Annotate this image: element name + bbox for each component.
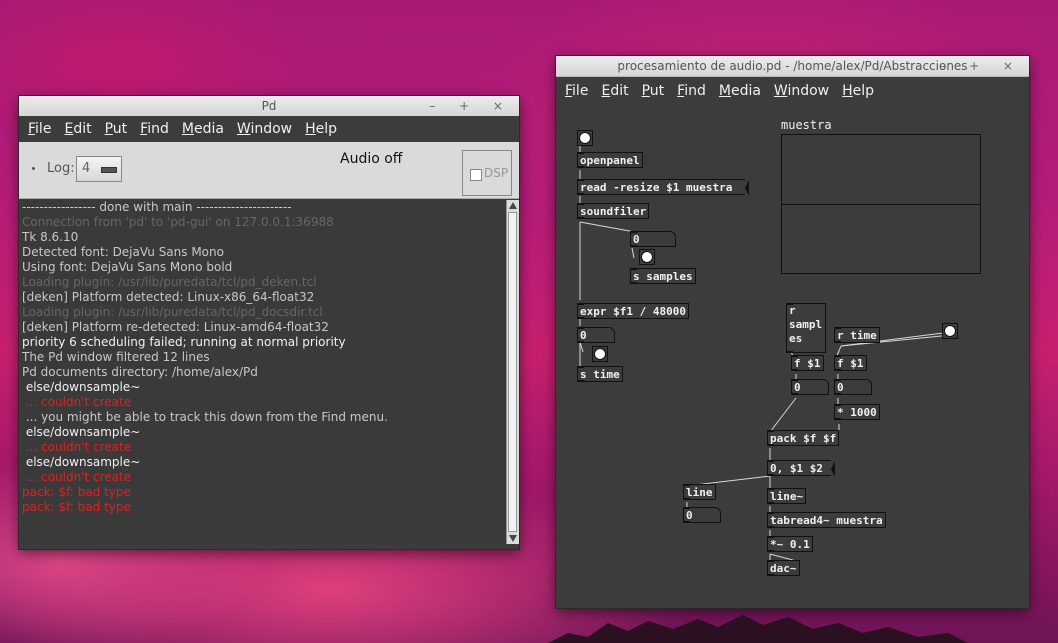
console-scrollbar[interactable] <box>506 200 519 544</box>
menu-window[interactable]: Window <box>774 78 829 104</box>
scroll-down-icon[interactable] <box>509 535 517 542</box>
console-line: ... couldn't create <box>22 470 132 484</box>
message-read-text: read -resize $1 muestra <box>580 181 733 194</box>
scroll-thumb[interactable] <box>508 212 517 532</box>
log-label: Log: <box>47 161 75 176</box>
object-s-time[interactable]: s time <box>577 366 623 382</box>
number-time[interactable]: 0 <box>577 327 615 343</box>
console-line: priority 6 scheduling failed; running at… <box>22 335 346 349</box>
menu-file[interactable]: File <box>565 78 588 104</box>
dsp-checkbox[interactable] <box>470 169 482 181</box>
console-line: Loading plugin: /usr/lib/puredata/tcl/pd… <box>22 305 323 319</box>
message-read[interactable]: read -resize $1 muestra <box>577 179 749 196</box>
console-line: Using font: DejaVu Sans Mono bold <box>22 260 233 274</box>
object-pack[interactable]: pack $f $f <box>767 430 840 446</box>
console-line: ----------------- done with main -------… <box>22 200 292 214</box>
message-line-text: 0, $1 $2 <box>770 462 823 475</box>
object-expr[interactable]: expr $f1 / 48000 <box>577 303 689 319</box>
menu-media[interactable]: Media <box>719 78 761 104</box>
tree-silhouette <box>548 615 968 643</box>
object-line[interactable]: line <box>683 484 716 500</box>
console-line: [deken] Platform re-detected: Linux-amd6… <box>22 320 329 334</box>
object-tabread4[interactable]: tabread4~ muestra <box>767 512 886 528</box>
dsp-toggle-frame: DSP <box>462 150 512 196</box>
console-line: pack: $f: bad type <box>22 485 131 499</box>
number-f-samples[interactable]: 0 <box>791 379 829 395</box>
object-f-samples[interactable]: f $1 <box>791 355 824 371</box>
menu-help[interactable]: Help <box>842 78 874 104</box>
patch-canvas[interactable]: muestra openpanel read -resize $1 muestr… <box>556 102 1029 608</box>
console-line: else/downsample~ <box>22 455 141 469</box>
object-s-samples[interactable]: s samples <box>630 268 696 284</box>
console-line: Connection from 'pd' to 'pd-gui' on 127.… <box>22 215 334 229</box>
object-soundfiler[interactable]: soundfiler <box>577 203 650 219</box>
message-flag <box>745 180 749 196</box>
console-line: ... couldn't create <box>22 440 132 454</box>
menu-find[interactable]: Find <box>140 116 169 142</box>
array-zero-line <box>782 204 980 205</box>
menu-put[interactable]: Put <box>642 78 665 104</box>
console-line: else/downsample~ <box>22 425 141 439</box>
object-openpanel[interactable]: openpanel <box>577 152 643 168</box>
object-r-samples[interactable]: r sampl es <box>786 303 826 353</box>
console-line: Detected font: DejaVu Sans Mono <box>22 245 224 259</box>
pd-window-title: Pd <box>261 99 277 113</box>
window-controls[interactable]: – + × <box>429 96 513 116</box>
menu-window[interactable]: Window <box>237 116 292 142</box>
console-line: ... you might be able to track this down… <box>22 410 388 424</box>
bang-time[interactable] <box>592 346 608 362</box>
console-line: Pd documents directory: /home/alex/Pd <box>22 365 258 379</box>
message-flag <box>831 461 835 477</box>
menu-help[interactable]: Help <box>305 116 337 142</box>
bang-trigger[interactable] <box>942 323 958 339</box>
number-f-time[interactable]: 0 <box>834 379 872 395</box>
array-label: muestra <box>781 118 832 132</box>
pd-toolbar: Log: 4 Audio off DSP <box>19 142 519 199</box>
console-line: else/downsample~ <box>22 380 141 394</box>
patch-titlebar: procesamiento de audio.pd - /home/alex/P… <box>556 56 1029 77</box>
dsp-label: DSP <box>484 166 509 180</box>
menu-media[interactable]: Media <box>182 116 224 142</box>
menu-edit[interactable]: Edit <box>601 78 628 104</box>
console-line: Loading plugin: /usr/lib/puredata/tcl/pd… <box>22 275 317 289</box>
console-line: ... couldn't create <box>22 395 132 409</box>
object-f-time[interactable]: f $1 <box>834 355 867 371</box>
menu-find[interactable]: Find <box>677 78 706 104</box>
console-line: pack: $f: bad type <box>22 500 131 514</box>
console-line: [deken] Platform detected: Linux-x86_64-… <box>22 290 315 304</box>
object-dac[interactable]: dac~ <box>767 560 800 576</box>
bang-open[interactable] <box>577 130 593 146</box>
audio-status: Audio off <box>340 151 403 167</box>
object-mul-01[interactable]: *~ 0.1 <box>767 536 813 552</box>
window-controls[interactable]: – + × <box>939 56 1023 76</box>
log-level-value: 4 <box>82 161 91 176</box>
pd-console: ----------------- done with main -------… <box>21 200 507 544</box>
pd-titlebar: Pd – + × <box>19 96 519 117</box>
console-line: Tk 8.6.10 <box>22 230 79 244</box>
log-level-select[interactable]: 4 <box>76 156 122 182</box>
dropdown-indicator-icon <box>101 167 117 173</box>
menu-put[interactable]: Put <box>105 116 128 142</box>
console-line: The Pd window filtered 12 lines <box>22 350 210 364</box>
patch-menubar: File Edit Put Find Media Window Help <box>556 78 1029 104</box>
number-samples[interactable]: 0 <box>630 231 676 247</box>
pd-main-window: Pd – + × File Edit Put Find Media Window Help … <box>19 96 519 549</box>
menu-edit[interactable]: Edit <box>64 116 91 142</box>
object-mul-1000[interactable]: * 1000 <box>834 404 880 420</box>
menu-file[interactable]: File <box>28 116 51 142</box>
pd-menubar: File Edit Put Find Media Window Help <box>19 116 519 142</box>
object-line-tilde[interactable]: line~ <box>767 488 807 504</box>
patch-window-title: procesamiento de audio.pd - /home/alex/P… <box>617 59 968 73</box>
number-line[interactable]: 0 <box>683 507 721 523</box>
array-graph[interactable] <box>781 134 981 274</box>
message-line[interactable]: 0, $1 $2 <box>767 460 835 477</box>
patch-window: procesamiento de audio.pd - /home/alex/P… <box>556 56 1029 608</box>
scroll-up-icon[interactable] <box>509 202 517 209</box>
bang-samples[interactable] <box>639 249 655 265</box>
log-dot-icon <box>32 167 35 170</box>
object-r-time[interactable]: r time <box>834 327 880 343</box>
